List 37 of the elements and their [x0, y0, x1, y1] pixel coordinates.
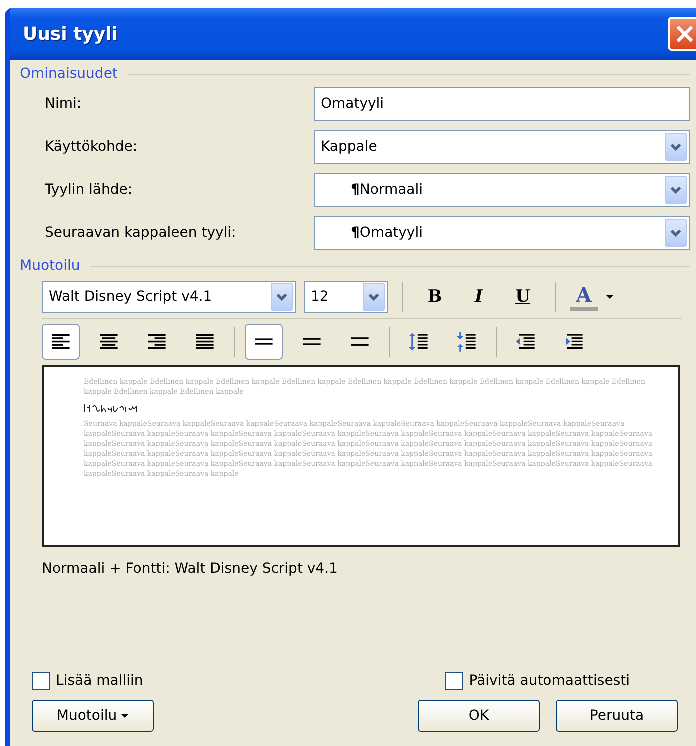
format-menu-button[interactable]: Muotoilu [32, 700, 154, 732]
align-center-icon [98, 332, 120, 352]
field-label: Tyylin lähde: [45, 182, 133, 198]
outdent-icon [515, 332, 537, 352]
align-left-icon [50, 332, 72, 352]
dropdown-field[interactable]: ¶Normaali [314, 173, 690, 207]
caret-icon[interactable] [606, 294, 614, 300]
space-more-icon [408, 332, 430, 352]
align-left-button[interactable] [42, 324, 80, 360]
dropdown-field[interactable]: ¶Omatyyli [314, 216, 690, 250]
field-label: Käyttökohde: [45, 139, 138, 155]
ok-button[interactable]: OK [418, 700, 540, 732]
section-heading: Muotoilu [20, 258, 80, 274]
field-label: Seuraavan kappaleen tyyli: [45, 225, 236, 241]
italic-button[interactable]: I [461, 282, 497, 312]
cancel-button[interactable]: Peruuta [556, 700, 678, 732]
window-title: Uusi tyyli [23, 24, 118, 44]
space-less-icon [456, 332, 478, 352]
size-dropdown[interactable]: 12 [304, 281, 388, 313]
dropdown-field[interactable]: Kappale [314, 130, 690, 164]
justify-icon [194, 332, 216, 352]
font-color-button[interactable]: A [570, 283, 598, 311]
style-description: Normaali + Fontti: Walt Disney Script v4.1 [42, 561, 339, 577]
sample-text-drawing [84, 403, 140, 413]
font-dropdown[interactable]: Walt Disney Script v4.1 [42, 281, 296, 313]
bold-button[interactable]: B [417, 282, 453, 312]
checkbox-label: Päivitä automaattisesti [469, 673, 630, 689]
align-right-icon [146, 332, 168, 352]
checkbox[interactable] [32, 672, 50, 690]
section-heading: Ominaisuudet [20, 66, 118, 82]
name-field[interactable]: Omatyyli [314, 87, 690, 121]
field-label: Nimi: [45, 96, 82, 112]
checkbox[interactable] [445, 672, 464, 690]
single-button[interactable] [245, 324, 283, 360]
caret-icon [121, 714, 130, 718]
underline-button[interactable]: U [505, 282, 541, 312]
checkbox-label: Lisää malliin [56, 673, 144, 689]
